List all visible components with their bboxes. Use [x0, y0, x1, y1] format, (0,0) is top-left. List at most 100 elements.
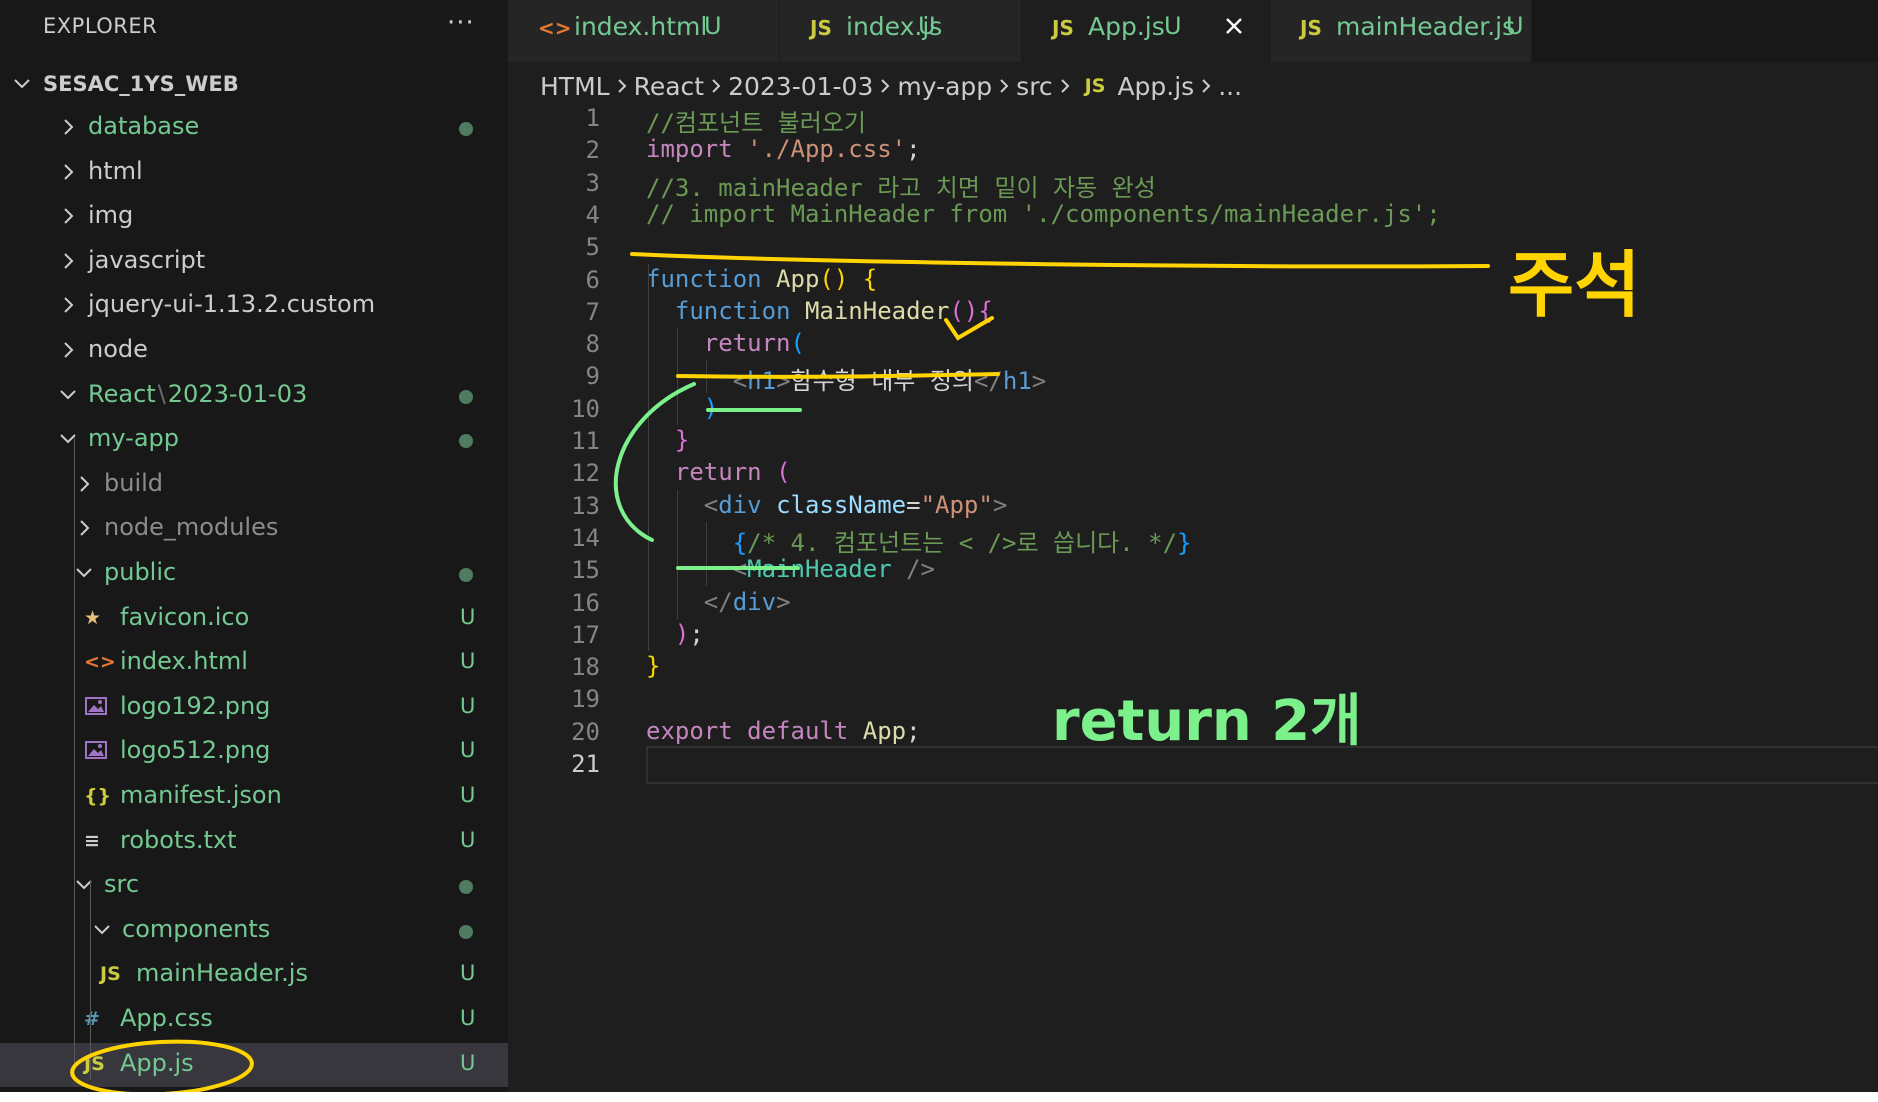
- tree-folder-src[interactable]: src: [0, 864, 508, 908]
- breadcrumb-item[interactable]: ...: [1218, 72, 1242, 101]
- breadcrumb-item[interactable]: 2023-01-03: [728, 72, 873, 101]
- tree-folder-components[interactable]: components: [0, 909, 508, 953]
- chevron-right-icon: [64, 342, 74, 358]
- chevron-down-icon: [94, 925, 110, 935]
- untracked-badge: U: [460, 738, 476, 763]
- code-token-storage: function: [646, 264, 762, 293]
- line-number: 19: [571, 685, 600, 714]
- code-token-keyword: return: [703, 329, 791, 358]
- tab-mainheader-js[interactable]: JS mainHeader.js U: [1270, 0, 1532, 62]
- workspace-folder-header[interactable]: SESAC_1YS_WEB: [0, 66, 508, 106]
- code-token-bracket2: {: [978, 296, 993, 325]
- breadcrumb-item[interactable]: HTML: [540, 72, 610, 101]
- breadcrumb-item[interactable]: App.js: [1117, 72, 1194, 101]
- tree-folder-database[interactable]: database: [0, 106, 508, 150]
- chevron-down-icon: [60, 389, 76, 400]
- chevron-right-icon: [64, 208, 74, 224]
- code-text: function App() {: [646, 265, 877, 293]
- tree-item-label-text: img: [88, 201, 134, 230]
- tree-folder-react[interactable]: React\2023-01-03: [0, 374, 508, 418]
- tree-item-label-text: javascript: [88, 245, 206, 274]
- tree-item-label: database: [88, 112, 199, 140]
- code-token-keyword: default: [747, 716, 849, 745]
- tab-index-html[interactable]: <> index.html U: [508, 0, 780, 62]
- modified-dot-icon: [459, 568, 473, 582]
- tree-item-label: mainHeader.js: [136, 959, 308, 988]
- chevron-down-icon: [14, 79, 30, 89]
- code-text: <MainHeader />: [646, 555, 935, 583]
- modified-dot-icon: [459, 434, 473, 449]
- code-editor[interactable]: 1//컴포넌트 불러오기 2 import './App.css'; 3//3. ma…: [508, 104, 1878, 1092]
- code-token-punct: ;: [906, 135, 921, 164]
- code-token-bracket2: (): [949, 296, 979, 325]
- tree-file-robots-txt[interactable]: ≡ robots.txt U: [0, 820, 508, 864]
- image-file-icon: [84, 739, 108, 763]
- annotation-comment-note: 주석: [1508, 243, 1641, 327]
- breadcrumb-item[interactable]: React: [634, 72, 705, 101]
- tree-folder-build[interactable]: build: [0, 463, 508, 507]
- chevron-right-icon: [617, 79, 626, 93]
- code-token-punct: ;: [689, 619, 704, 648]
- tree-file-favicon-ico[interactable]: ★ favicon.ico U: [0, 597, 508, 641]
- annotation-return-note: return 2개: [1052, 689, 1362, 754]
- close-icon[interactable]: [1222, 14, 1246, 38]
- code-token-comment: // import MainHeader from './components/…: [646, 199, 1441, 228]
- code-token-tag: div: [718, 490, 762, 519]
- code-token-tagpunct: </: [703, 587, 733, 616]
- tree-file-logo512-png[interactable]: logo512.png U: [0, 730, 508, 774]
- tree-item-label-text: node: [88, 335, 148, 363]
- tab-index-js[interactable]: JS index.js U: [780, 0, 1022, 62]
- tree-file-mainheader-js[interactable]: JS mainHeader.js U: [0, 953, 508, 997]
- tree-folder-img[interactable]: img: [0, 195, 508, 239]
- tree-folder-node-modules[interactable]: node_modules: [0, 507, 508, 551]
- tree-file-manifest-json[interactable]: {} manifest.json U: [0, 775, 508, 819]
- tree-file-index-html[interactable]: <> index.html U: [0, 641, 508, 685]
- vscode-window: EXPLORER ··· SESAC_1YS_WEB database html i…: [0, 0, 1878, 1092]
- tree-item-label-text: src: [104, 870, 140, 899]
- tab-untracked-badge: U: [704, 12, 722, 40]
- code-text: function MainHeader(){: [646, 297, 993, 325]
- line-number: 16: [571, 588, 600, 617]
- explorer-title: EXPLORER: [43, 14, 158, 38]
- tree-file-logo192-png[interactable]: logo192.png U: [0, 686, 508, 730]
- tree-folder-public[interactable]: public: [0, 552, 508, 596]
- breadcrumb-item[interactable]: my-app: [897, 72, 992, 101]
- line-number: 10: [571, 394, 600, 423]
- code-text: );: [646, 620, 704, 648]
- code-text: </div>: [646, 588, 791, 616]
- breadcrumb-item[interactable]: src: [1016, 72, 1053, 101]
- line-number: 1: [585, 104, 600, 132]
- more-actions-icon[interactable]: ···: [447, 8, 475, 38]
- tree-item-label-text: html: [88, 156, 143, 185]
- tree-file-app-js[interactable]: JS App.js U: [0, 1042, 508, 1087]
- js-file-icon: JS: [810, 16, 832, 40]
- tree-folder-javascript[interactable]: javascript: [0, 240, 508, 284]
- tab-app-js[interactable]: JS App.js U: [1022, 0, 1270, 62]
- code-text: import './App.css';: [646, 135, 921, 163]
- tree-file-app-css[interactable]: # App.css U: [0, 998, 508, 1042]
- tab-untracked-badge: U: [918, 12, 936, 40]
- tree-item-label-text: database: [88, 112, 200, 140]
- tree-folder-html[interactable]: html: [0, 151, 508, 195]
- code-token-bracket2: ): [674, 619, 690, 648]
- tree-item-label: src: [104, 870, 139, 898]
- tree-folder-my-app[interactable]: my-app: [0, 418, 508, 462]
- tree-item-label-text: components: [122, 914, 271, 943]
- chevron-right-icon: [1060, 79, 1070, 93]
- indent-guide: [676, 489, 678, 619]
- tree-folder-node[interactable]: node: [0, 329, 508, 373]
- untracked-badge: U: [460, 1050, 476, 1075]
- tree-folder-jquery-ui-1-13-2-custom[interactable]: jquery-ui-1.13.2.custom: [0, 284, 508, 328]
- line-number: 21: [571, 750, 600, 778]
- code-text: export default App;: [646, 717, 921, 745]
- chevron-down-icon: [60, 434, 76, 444]
- chevron-right-icon: [64, 297, 74, 314]
- untracked-badge: U: [460, 693, 476, 718]
- tab-untracked-badge: U: [1164, 12, 1182, 40]
- tree-item-label: robots.txt: [120, 825, 237, 854]
